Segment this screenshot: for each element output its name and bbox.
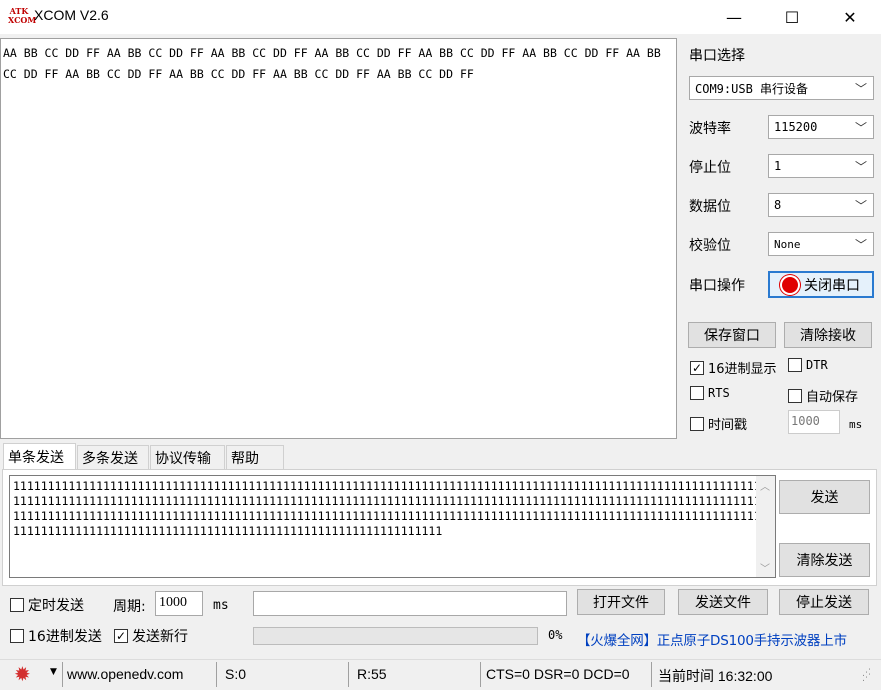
tab-help[interactable]: 帮助 <box>226 445 284 470</box>
dtr-checkbox[interactable] <box>788 358 802 372</box>
timestamp-option[interactable]: 时间戳 <box>690 414 747 433</box>
period-input[interactable]: 1000 <box>155 591 203 616</box>
tab-single-send[interactable]: 单条发送 <box>3 443 76 470</box>
send-newline-checkbox[interactable]: ✓ <box>114 629 128 643</box>
close-port-button[interactable]: 关闭串口 <box>768 271 874 298</box>
close-button[interactable]: ✕ <box>821 0 879 34</box>
close-port-label: 关闭串口 <box>804 277 860 294</box>
dtr-label: DTR <box>806 358 828 372</box>
baud-label: 波特率 <box>689 121 731 137</box>
chevron-down-icon: ﹀ <box>854 160 867 174</box>
status-separator <box>216 662 217 687</box>
timestamp-label: 时间戳 <box>708 418 748 433</box>
hex-display-label: 16进制显示 <box>708 362 777 377</box>
rts-checkbox[interactable] <box>690 386 704 400</box>
logo-bottom-text: XCOM <box>8 15 37 25</box>
caret-down-icon[interactable]: ▼ <box>50 667 57 677</box>
send-file-button[interactable]: 发送文件 <box>678 589 768 615</box>
baud-select[interactable]: 115200 ﹀ <box>768 115 874 139</box>
minimize-icon: — <box>726 7 742 27</box>
timed-send-option[interactable]: 定时发送 <box>10 595 84 615</box>
port-status-icon <box>782 276 798 293</box>
chevron-down-icon: ﹀ <box>854 199 867 213</box>
rts-option[interactable]: RTS <box>690 386 730 400</box>
send-button[interactable]: 发送 <box>779 480 870 514</box>
status-separator <box>62 662 63 687</box>
save-window-button[interactable]: 保存窗口 <box>688 322 776 348</box>
chevron-down-icon: ﹀ <box>854 238 867 252</box>
stop-send-button[interactable]: 停止发送 <box>779 589 869 615</box>
period-label: 周期: <box>113 599 146 615</box>
chevron-down-icon: ﹀ <box>854 82 867 96</box>
data-bits-value: 8 <box>774 198 782 212</box>
scroll-up-icon[interactable]: ︿ <box>760 478 770 493</box>
minimize-button[interactable]: — <box>705 0 763 34</box>
tab-protocol[interactable]: 协议传输 <box>150 445 225 470</box>
website-link[interactable]: www.openedv.com <box>67 666 183 682</box>
close-icon: ✕ <box>843 7 857 27</box>
timed-send-checkbox[interactable] <box>10 598 24 612</box>
port-select-value: COM9:USB 串行设备 <box>695 81 809 96</box>
timestamp-interval-input[interactable]: 1000 <box>788 410 840 434</box>
data-bits-select[interactable]: 8 ﹀ <box>768 193 874 217</box>
gear-icon[interactable]: ✹ <box>14 663 36 685</box>
chevron-down-icon: ﹀ <box>854 121 867 135</box>
promo-link[interactable]: 【火爆全网】正点原子DS100手持示波器上市 <box>577 629 847 649</box>
clear-receive-button[interactable]: 清除接收 <box>784 322 872 348</box>
maximize-button[interactable]: ☐ <box>763 0 821 34</box>
receive-textarea[interactable]: AA BB CC DD FF AA BB CC DD FF AA BB CC D… <box>0 38 677 439</box>
hex-send-label: 16进制发送 <box>28 629 102 645</box>
scroll-down-icon[interactable]: ﹀ <box>760 560 770 575</box>
dtr-option[interactable]: DTR <box>788 358 828 372</box>
progress-percent: 0% <box>548 628 563 642</box>
hex-send-checkbox[interactable] <box>10 629 24 643</box>
parity-label: 校验位 <box>689 238 731 254</box>
clear-send-button[interactable]: 清除发送 <box>779 543 870 577</box>
file-path-input[interactable] <box>253 591 567 616</box>
auto-save-checkbox[interactable] <box>788 388 802 403</box>
send-newline-option[interactable]: ✓ 发送新行 <box>114 626 188 646</box>
send-newline-label: 发送新行 <box>132 629 188 645</box>
current-time: 当前时间 16:32:00 <box>658 668 773 684</box>
line-status: CTS=0 DSR=0 DCD=0 <box>486 666 630 682</box>
maximize-icon: ☐ <box>784 7 800 27</box>
status-separator <box>348 662 349 687</box>
open-file-button[interactable]: 打开文件 <box>577 589 665 615</box>
received-count[interactable]: R:55 <box>357 666 387 682</box>
timed-send-label: 定时发送 <box>28 598 84 614</box>
sent-count: S:0 <box>225 666 247 682</box>
data-bits-label: 数据位 <box>689 199 731 215</box>
status-separator <box>480 662 481 687</box>
period-unit: ms <box>213 598 229 613</box>
parity-select[interactable]: None ﹀ <box>768 232 874 256</box>
send-scrollbar[interactable]: ︿ ﹀ <box>756 476 775 577</box>
baud-select-value: 115200 <box>774 120 818 134</box>
resize-grip-icon[interactable]: ⋰ ⋰ <box>862 669 871 683</box>
auto-save-label: 自动保存 <box>806 390 859 405</box>
status-separator <box>651 662 652 687</box>
timestamp-checkbox[interactable] <box>690 416 704 431</box>
send-textarea[interactable]: 1111111111111111111111111111111111111111… <box>9 475 776 578</box>
port-section-title: 串口选择 <box>689 48 745 64</box>
timestamp-unit: ms <box>849 418 863 431</box>
rts-label: RTS <box>708 386 730 400</box>
hex-display-option[interactable]: ✓ 16进制显示 <box>690 358 777 377</box>
tab-multi-send[interactable]: 多条发送 <box>77 445 149 470</box>
send-progress-bar <box>253 627 538 645</box>
port-op-label: 串口操作 <box>689 278 745 294</box>
port-select[interactable]: COM9:USB 串行设备 ﹀ <box>689 76 874 100</box>
stop-bits-select[interactable]: 1 ﹀ <box>768 154 874 178</box>
stop-bits-value: 1 <box>774 159 782 173</box>
window-title: XCOM V2.6 <box>34 7 109 23</box>
parity-value: None <box>774 237 801 251</box>
hex-display-checkbox[interactable]: ✓ <box>690 360 704 375</box>
app-logo: ATK XCOM <box>8 7 37 27</box>
auto-save-option[interactable]: 自动保存 <box>788 386 858 405</box>
hex-send-option[interactable]: 16进制发送 <box>10 626 102 646</box>
stop-bits-label: 停止位 <box>689 160 731 176</box>
